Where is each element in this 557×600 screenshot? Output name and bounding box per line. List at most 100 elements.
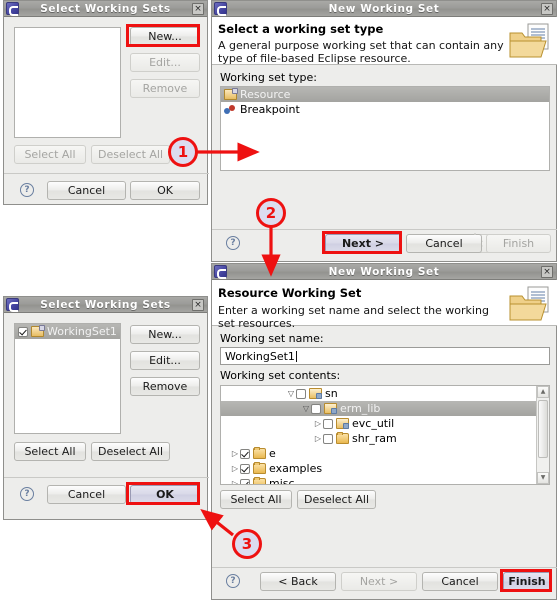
cancel-button[interactable]: Cancel (47, 181, 126, 200)
ok-button[interactable]: OK (130, 181, 200, 200)
eclipse-icon (214, 2, 227, 16)
scroll-down-icon[interactable]: ▼ (537, 472, 549, 484)
new-button[interactable]: New... (130, 325, 200, 344)
twisty-icon[interactable]: ▷ (230, 479, 240, 484)
dialog-title: Select Working Sets (40, 2, 171, 15)
scrollbar-thumb[interactable] (538, 400, 548, 458)
dialog-title: New Working Set (328, 2, 440, 15)
divider (212, 229, 557, 230)
item-checkbox[interactable] (323, 433, 333, 444)
working-set-contents-tree[interactable]: ▽ sn ▽ erm_lib ▷ evc_util ▷ shr_ram ▷ e … (220, 385, 550, 485)
twisty-icon[interactable]: ▷ (230, 464, 240, 473)
twisty-icon[interactable]: ▷ (313, 419, 323, 428)
help-icon[interactable]: ? (226, 574, 240, 588)
working-set-banner-icon (509, 286, 549, 321)
finish-button: Finish (486, 234, 551, 253)
folder-icon (336, 432, 349, 444)
close-icon[interactable]: × (192, 2, 204, 15)
item-checkbox[interactable] (311, 403, 321, 414)
titlebar-new-working-set-type[interactable]: New Working Set × (212, 1, 556, 17)
list-item[interactable]: WorkingSet1 (15, 324, 120, 339)
breakpoint-icon (224, 104, 237, 115)
select-all-button[interactable]: Select All (220, 490, 292, 509)
type-item-resource[interactable]: Resource (221, 87, 549, 102)
working-sets-list-filled[interactable]: WorkingSet1 (14, 323, 121, 434)
step-marker-1: 1 (168, 137, 198, 167)
item-checkbox[interactable] (18, 326, 28, 337)
tree-row[interactable]: ▷ e (221, 446, 536, 461)
tree-row-label: e (269, 447, 276, 460)
folder-icon (253, 462, 266, 474)
close-icon[interactable]: × (192, 298, 204, 311)
scroll-up-icon[interactable]: ▲ (537, 386, 549, 398)
deselect-all-button[interactable]: Deselect All (91, 442, 170, 461)
new-button[interactable]: New... (130, 27, 200, 46)
twisty-icon[interactable]: ▽ (301, 404, 311, 413)
tree-row[interactable]: ▷ evc_util (221, 416, 536, 431)
dialog-select-working-sets-empty: Select Working Sets × New... Edit... Rem… (3, 0, 209, 205)
type-item-breakpoint[interactable]: Breakpoint (221, 102, 549, 117)
ok-button[interactable]: OK (130, 485, 200, 504)
tree-vertical-scrollbar[interactable]: ▲ ▼ (536, 386, 549, 484)
tree-row[interactable]: ▽ sn (221, 386, 536, 401)
item-checkbox[interactable] (323, 418, 333, 429)
finish-button[interactable]: Finish (503, 572, 551, 591)
divider (4, 477, 209, 478)
select-all-button[interactable]: Select All (14, 442, 86, 461)
cancel-button[interactable]: Cancel (422, 572, 498, 591)
dialog-select-working-sets-filled: Select Working Sets × WorkingSet1 New...… (3, 296, 209, 520)
item-checkbox[interactable] (240, 463, 250, 474)
type-item-label: Breakpoint (240, 103, 300, 116)
tree-row[interactable]: ▷ examples (221, 461, 536, 476)
working-set-name-input[interactable]: WorkingSet1 (220, 347, 550, 365)
working-sets-list-empty[interactable] (14, 27, 121, 138)
working-set-name-label: Working set name: (220, 332, 324, 345)
twisty-icon[interactable]: ▽ (286, 389, 296, 398)
remove-button[interactable]: Remove (130, 377, 200, 396)
titlebar-select-working-sets-filled[interactable]: Select Working Sets × (4, 297, 207, 313)
tree-row-label: misc (269, 477, 295, 485)
twisty-icon[interactable]: ▷ (230, 449, 240, 458)
divider (4, 173, 209, 174)
type-item-label: Resource (240, 88, 291, 101)
deselect-all-button[interactable]: Deselect All (297, 490, 376, 509)
tree-row[interactable]: ▷ misc (221, 476, 536, 485)
wizard-header-title: Select a working set type (218, 22, 384, 36)
edit-button: Edit... (130, 53, 200, 72)
folder-icon (253, 477, 266, 484)
cancel-button[interactable]: Cancel (406, 234, 482, 253)
titlebar-new-working-set-resource[interactable]: New Working Set × (212, 264, 556, 280)
titlebar-select-working-sets-empty[interactable]: Select Working Sets × (4, 1, 207, 17)
edit-button[interactable]: Edit... (130, 351, 200, 370)
working-set-banner-icon (509, 23, 549, 58)
close-icon[interactable]: × (541, 2, 553, 15)
next-button: Next > (341, 572, 417, 591)
eclipse-icon (214, 265, 227, 279)
tree-row-label: sn (325, 387, 338, 400)
working-set-contents-label: Working set contents: (220, 369, 341, 382)
wizard-header-title: Resource Working Set (218, 286, 362, 300)
list-item-label: WorkingSet1 (47, 325, 117, 338)
cancel-button[interactable]: Cancel (47, 485, 126, 504)
item-checkbox[interactable] (240, 448, 250, 459)
tree-row[interactable]: ▷ shr_ram (221, 431, 536, 446)
tree-row-label: examples (269, 462, 323, 475)
next-button[interactable]: Next > (325, 234, 401, 253)
tree-row-label: shr_ram (352, 432, 397, 445)
wizard-header: Resource Working Set Enter a working set… (212, 280, 557, 330)
wizard-header-desc: A general purpose working set that can c… (218, 39, 504, 65)
back-button[interactable]: < Back (260, 572, 336, 591)
working-set-type-list[interactable]: Resource Breakpoint (220, 86, 550, 171)
item-checkbox[interactable] (240, 478, 250, 484)
dialog-title: Select Working Sets (40, 298, 171, 311)
eclipse-icon (6, 2, 19, 16)
tree-row[interactable]: ▽ erm_lib (221, 401, 536, 416)
twisty-icon[interactable]: ▷ (313, 434, 323, 443)
help-icon[interactable]: ? (20, 487, 34, 501)
help-icon[interactable]: ? (20, 183, 34, 197)
back-button-placed: < Back (474, 233, 476, 235)
item-checkbox[interactable] (296, 388, 306, 399)
close-icon[interactable]: × (541, 265, 553, 278)
step-marker-2: 2 (256, 198, 286, 228)
help-icon[interactable]: ? (226, 236, 240, 250)
